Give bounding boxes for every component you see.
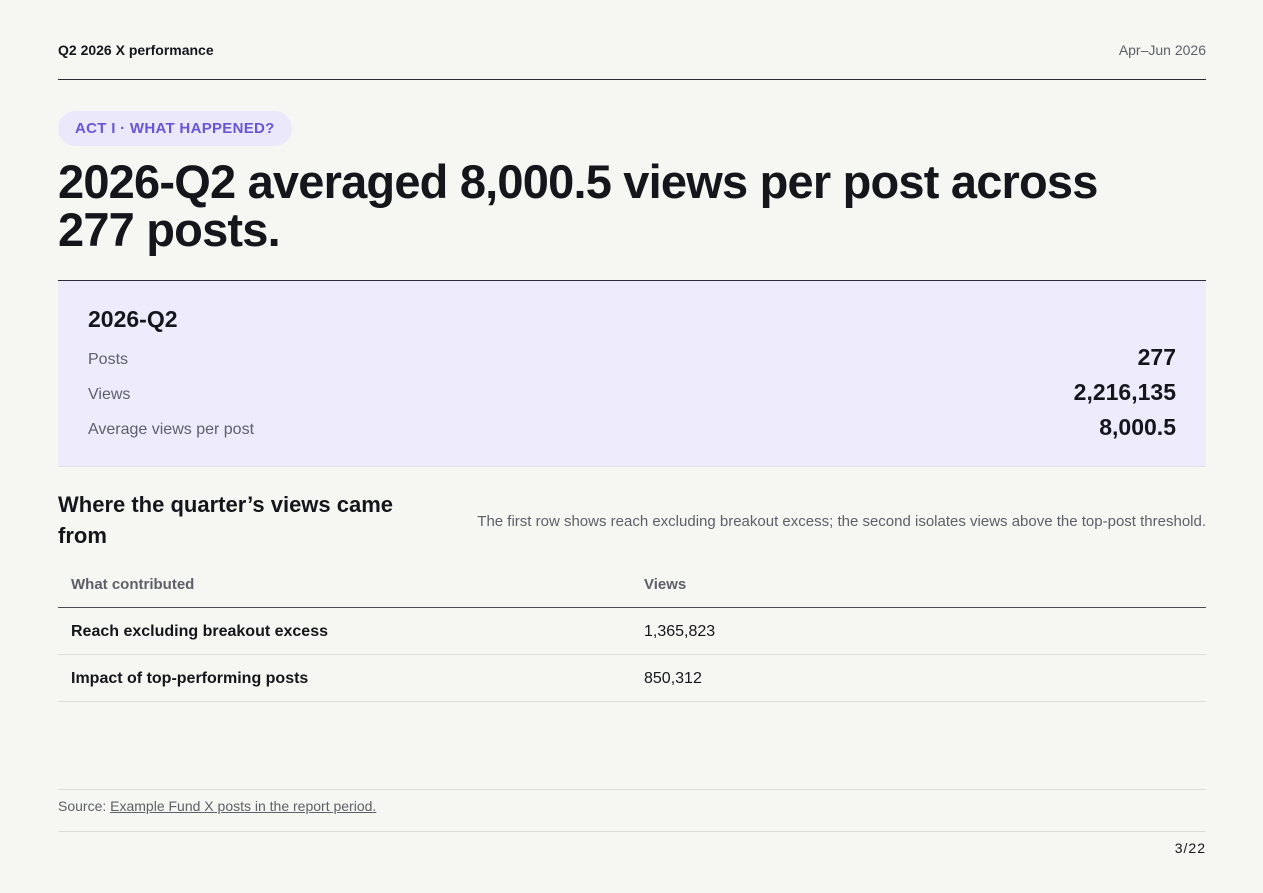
source-link[interactable]: Example Fund X posts in the report perio… [110,798,376,814]
row-label: Reach excluding breakout excess [71,623,328,640]
page-header: Q2 2026 X performance Apr–Jun 2026 [58,42,1206,80]
summary-row-posts: Posts 277 [88,343,1176,373]
summary-row-average: Average views per post 8,000.5 [88,413,1176,443]
report-title: Q2 2026 X performance [58,42,214,58]
headline: 2026-Q2 averaged 8,000.5 views per post … [58,155,1098,256]
summary-row-value: 277 [1137,344,1176,370]
column-header-contributor: What contributed [71,576,195,593]
report-period: Apr–Jun 2026 [1118,42,1206,58]
page-number: 3/22 [1174,840,1206,856]
summary-card: 2026-Q2 Posts 277 Views 2,216,135 Averag… [58,280,1206,467]
summary-card-title: 2026-Q2 [88,306,178,332]
source-prefix: Source: [58,798,111,814]
table-row: Impact of top-performing posts 850,312 [58,655,1206,702]
summary-row-label: Posts [88,351,129,368]
summary-row-label: Views [88,386,131,403]
summary-row-views: Views 2,216,135 [88,378,1176,408]
summary-row-value: 2,216,135 [1073,379,1176,405]
act-label-badge: ACT I · WHAT HAPPENED? [58,111,292,146]
breakdown-table: What contributed Views Reach excluding b… [58,566,1206,702]
breakdown-title: Where the quarter’s views came from [58,492,394,548]
column-header-views: Views [644,576,687,593]
report-page: Q2 2026 X performance Apr–Jun 2026 ACT I… [58,0,1206,893]
row-value: 850,312 [644,670,702,687]
table-row: Reach excluding breakout excess 1,365,82… [58,608,1206,655]
summary-row-label: Average views per post [88,421,255,438]
row-label: Impact of top-performing posts [71,670,309,687]
source-footnote: Source: Example Fund X posts in the repo… [58,789,1206,832]
summary-row-value: 8,000.5 [1099,414,1176,440]
row-value: 1,365,823 [644,623,716,640]
table-header: What contributed Views [58,566,1206,608]
breakdown-note: The first row shows reach excluding brea… [477,513,1206,530]
